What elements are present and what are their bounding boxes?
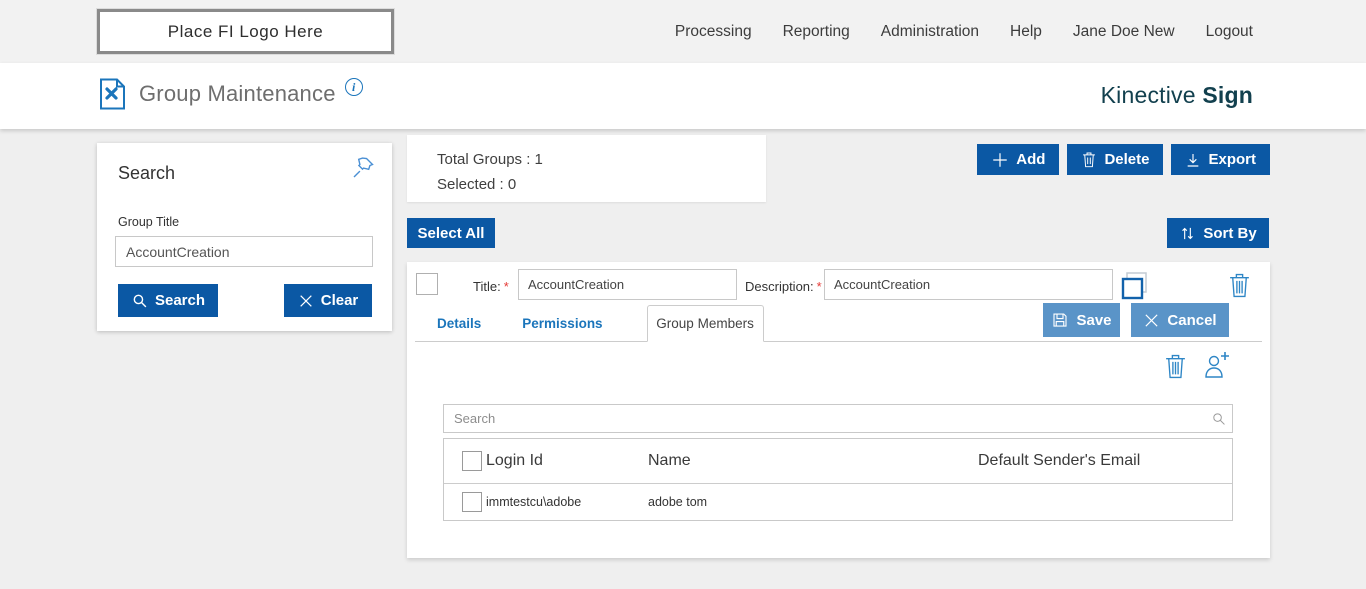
- x-icon: [1143, 312, 1160, 329]
- add-button[interactable]: Add: [977, 144, 1059, 175]
- description-label: Description:*: [745, 279, 822, 294]
- member-login-id: immtestcu\adobe: [482, 495, 644, 509]
- members-table: Login Id Name Default Sender's Email imm…: [443, 438, 1233, 521]
- copy-icon[interactable]: [1119, 270, 1151, 302]
- save-button[interactable]: Save: [1043, 303, 1120, 337]
- search-icon: [1211, 411, 1226, 426]
- brand-logo: Kinective Sign: [1101, 82, 1253, 109]
- groups-summary: Total Groups : 1 Selected : 0: [407, 135, 766, 202]
- search-panel: Search Group Title Search Clear: [97, 143, 392, 331]
- delete-group-icon[interactable]: [1227, 271, 1252, 299]
- search-icon: [131, 292, 148, 309]
- group-title-label: Group Title: [118, 215, 179, 229]
- nav-help[interactable]: Help: [1010, 23, 1042, 41]
- selected-count: Selected : 0: [437, 172, 766, 197]
- cancel-button[interactable]: Cancel: [1131, 303, 1229, 337]
- column-default-senders-email: Default Sender's Email: [974, 452, 1232, 470]
- info-icon[interactable]: i: [345, 78, 363, 96]
- group-row-checkbox[interactable]: [416, 273, 438, 295]
- member-search-input[interactable]: [443, 404, 1233, 433]
- plus-icon: [991, 151, 1009, 169]
- title-input[interactable]: [518, 269, 737, 300]
- title-label: Title:*: [473, 279, 509, 294]
- top-navigation: Processing Reporting Administration Help…: [675, 0, 1253, 63]
- group-title-input[interactable]: [115, 236, 373, 267]
- remove-member-icon[interactable]: [1163, 352, 1188, 380]
- tab-permissions[interactable]: Permissions: [522, 316, 602, 331]
- sort-by-button[interactable]: Sort By: [1167, 218, 1269, 248]
- nav-logout[interactable]: Logout: [1206, 23, 1253, 41]
- tab-details[interactable]: Details: [437, 316, 481, 331]
- group-actions: Add Delete Export: [977, 144, 1270, 175]
- trash-icon: [1081, 151, 1097, 168]
- search-button[interactable]: Search: [118, 284, 218, 317]
- download-icon: [1185, 152, 1201, 168]
- members-table-header: Login Id Name Default Sender's Email: [444, 439, 1232, 484]
- clear-button[interactable]: Clear: [284, 284, 372, 317]
- group-editor-panel: Title:* Description:* Details Permission…: [407, 262, 1270, 558]
- export-button[interactable]: Export: [1171, 144, 1270, 175]
- member-row-checkbox[interactable]: [462, 492, 482, 512]
- delete-button[interactable]: Delete: [1067, 144, 1163, 175]
- tab-group-members[interactable]: Group Members: [647, 305, 764, 342]
- search-panel-title: Search: [118, 163, 175, 184]
- page-title: Group Maintenance: [139, 81, 336, 107]
- member-name: adobe tom: [644, 495, 974, 509]
- nav-administration[interactable]: Administration: [881, 23, 979, 41]
- required-asterisk: *: [817, 279, 822, 294]
- select-all-button[interactable]: Select All: [407, 218, 495, 248]
- page-title-group: Group Maintenance i: [99, 78, 363, 110]
- brand-regular: Kinective: [1101, 82, 1196, 108]
- member-search: [443, 404, 1233, 433]
- add-user-icon[interactable]: [1202, 350, 1232, 380]
- description-input[interactable]: [824, 269, 1113, 300]
- table-row[interactable]: immtestcu\adobe adobe tom: [444, 484, 1232, 520]
- fi-logo-placeholder: Place FI Logo Here: [97, 9, 394, 54]
- top-bar: Place FI Logo Here Processing Reporting …: [0, 0, 1366, 63]
- total-groups-count: Total Groups : 1: [437, 147, 766, 172]
- column-login-id: Login Id: [482, 452, 644, 470]
- pin-icon[interactable]: [350, 153, 378, 181]
- x-icon: [298, 293, 314, 309]
- column-name: Name: [644, 452, 974, 470]
- fi-logo-text: Place FI Logo Here: [168, 22, 323, 42]
- brand-bold: Sign: [1202, 82, 1253, 108]
- nav-user-menu[interactable]: Jane Doe New: [1073, 23, 1175, 41]
- save-icon: [1051, 311, 1069, 329]
- page-header: Group Maintenance i Kinective Sign: [0, 63, 1366, 129]
- required-asterisk: *: [504, 279, 509, 294]
- select-all-members-checkbox[interactable]: [462, 451, 482, 471]
- sort-icon: [1179, 225, 1196, 242]
- nav-reporting[interactable]: Reporting: [783, 23, 850, 41]
- nav-processing[interactable]: Processing: [675, 23, 752, 41]
- group-maintenance-icon: [99, 78, 126, 110]
